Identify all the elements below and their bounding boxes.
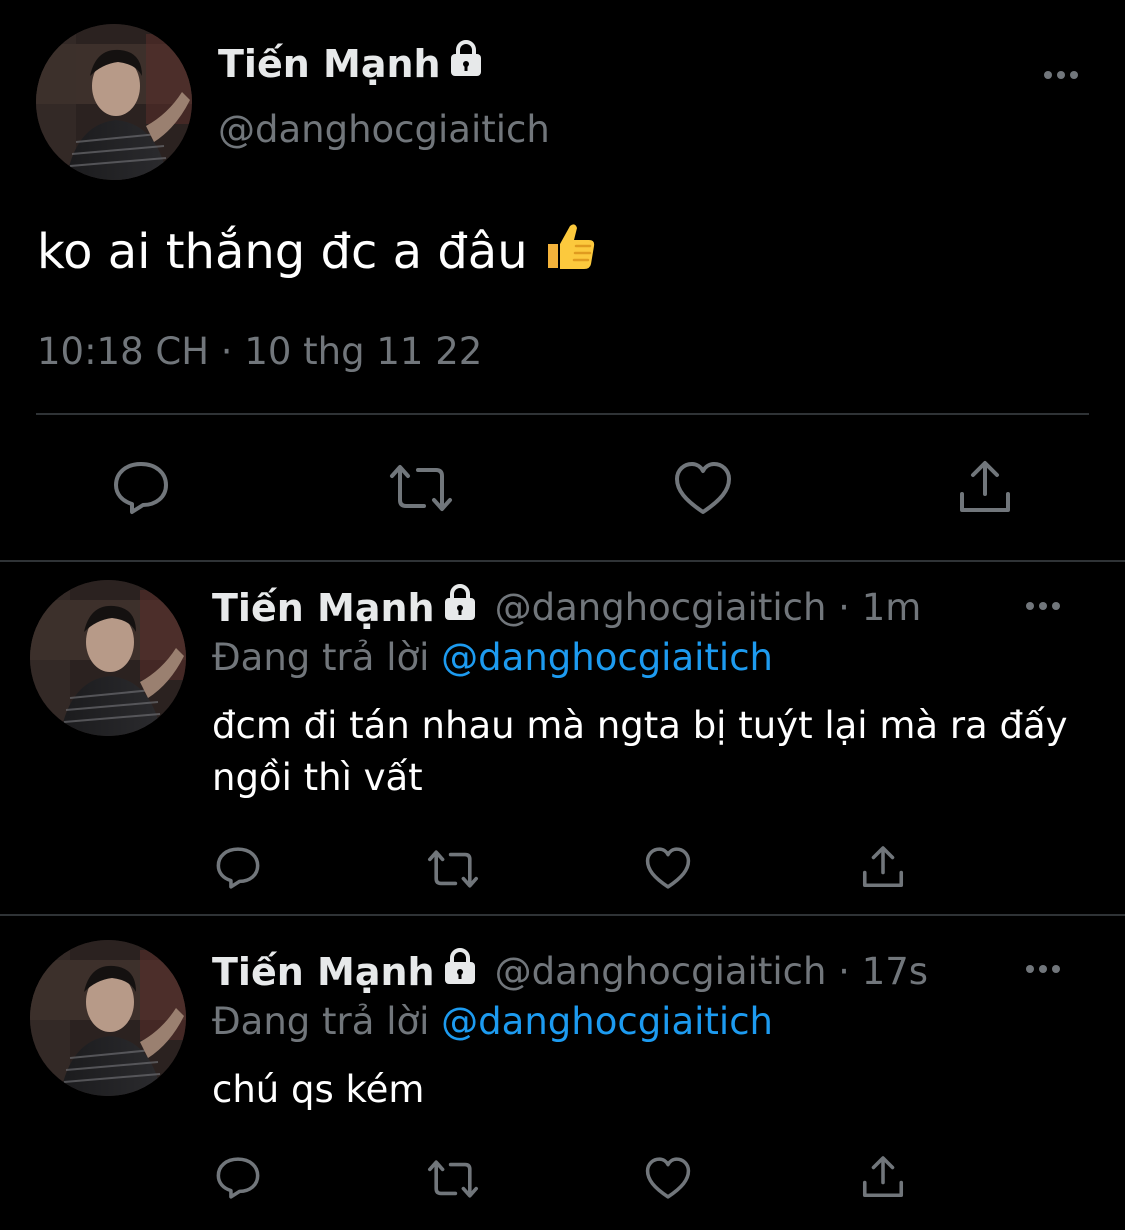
share-icon[interactable] — [956, 458, 1014, 516]
author-handle[interactable]: @danghocgiaitich — [218, 108, 550, 151]
more-icon[interactable] — [1026, 602, 1060, 610]
reply-tweet[interactable]: Tiến Mạnh @danghocgiaitich · 17s Đang tr… — [0, 916, 1125, 1230]
avatar[interactable] — [30, 940, 186, 1096]
tweet-text: chú qs kém — [212, 1068, 425, 1111]
author-handle-time[interactable]: @danghocgiaitich · 17s — [495, 950, 928, 993]
lock-icon — [443, 584, 477, 631]
mention-link[interactable]: @danghocgiaitich — [441, 636, 773, 679]
author-handle-time[interactable]: @danghocgiaitich · 1m — [495, 586, 922, 629]
replying-to: Đang trả lời @danghocgiaitich — [212, 1000, 773, 1043]
author-name[interactable]: Tiến Mạnh — [212, 586, 435, 630]
tweet-text-row: ko ai thắng đc a đâu — [37, 218, 598, 286]
reply-icon[interactable] — [112, 460, 170, 516]
reply-header: Tiến Mạnh @danghocgiaitich · 17s — [212, 948, 928, 995]
divider — [36, 413, 1089, 415]
author-name-row[interactable]: Tiến Mạnh — [218, 40, 483, 87]
mention-link[interactable]: @danghocgiaitich — [441, 1000, 773, 1043]
author-name[interactable]: Tiến Mạnh — [218, 42, 441, 86]
share-icon[interactable] — [860, 844, 906, 890]
more-icon[interactable] — [1044, 71, 1078, 79]
replying-to: Đang trả lời @danghocgiaitich — [212, 636, 773, 679]
avatar[interactable] — [30, 580, 186, 736]
avatar[interactable] — [36, 24, 192, 180]
like-icon[interactable] — [644, 846, 692, 890]
thumbs-up-icon — [542, 218, 598, 286]
like-icon[interactable] — [644, 1156, 692, 1200]
author-name[interactable]: Tiến Mạnh — [212, 950, 435, 994]
reply-header: Tiến Mạnh @danghocgiaitich · 1m — [212, 584, 921, 631]
retweet-icon[interactable] — [425, 1158, 481, 1200]
main-tweet: Tiến Mạnh @danghocgiaitich ko ai thắng đ… — [0, 0, 1125, 560]
retweet-icon[interactable] — [425, 848, 481, 890]
reply-icon[interactable] — [214, 1156, 262, 1200]
retweet-icon[interactable] — [386, 462, 456, 514]
tweet-text: ko ai thắng đc a đâu — [37, 224, 528, 280]
replying-label: Đang trả lời — [212, 1000, 430, 1043]
lock-icon — [449, 40, 483, 87]
replying-label: Đang trả lời — [212, 636, 430, 679]
tweet-text: đcm đi tán nhau mà ngta bị tuýt lại mà r… — [212, 704, 1068, 799]
more-icon[interactable] — [1026, 965, 1060, 973]
share-icon[interactable] — [860, 1154, 906, 1200]
reply-icon[interactable] — [214, 846, 262, 890]
tweet-timestamp[interactable]: 10:18 CH · 10 thg 11 22 — [37, 330, 482, 373]
lock-icon — [443, 948, 477, 995]
like-icon[interactable] — [673, 460, 733, 516]
reply-tweet[interactable]: Tiến Mạnh @danghocgiaitich · 1m Đang trả… — [0, 562, 1125, 914]
